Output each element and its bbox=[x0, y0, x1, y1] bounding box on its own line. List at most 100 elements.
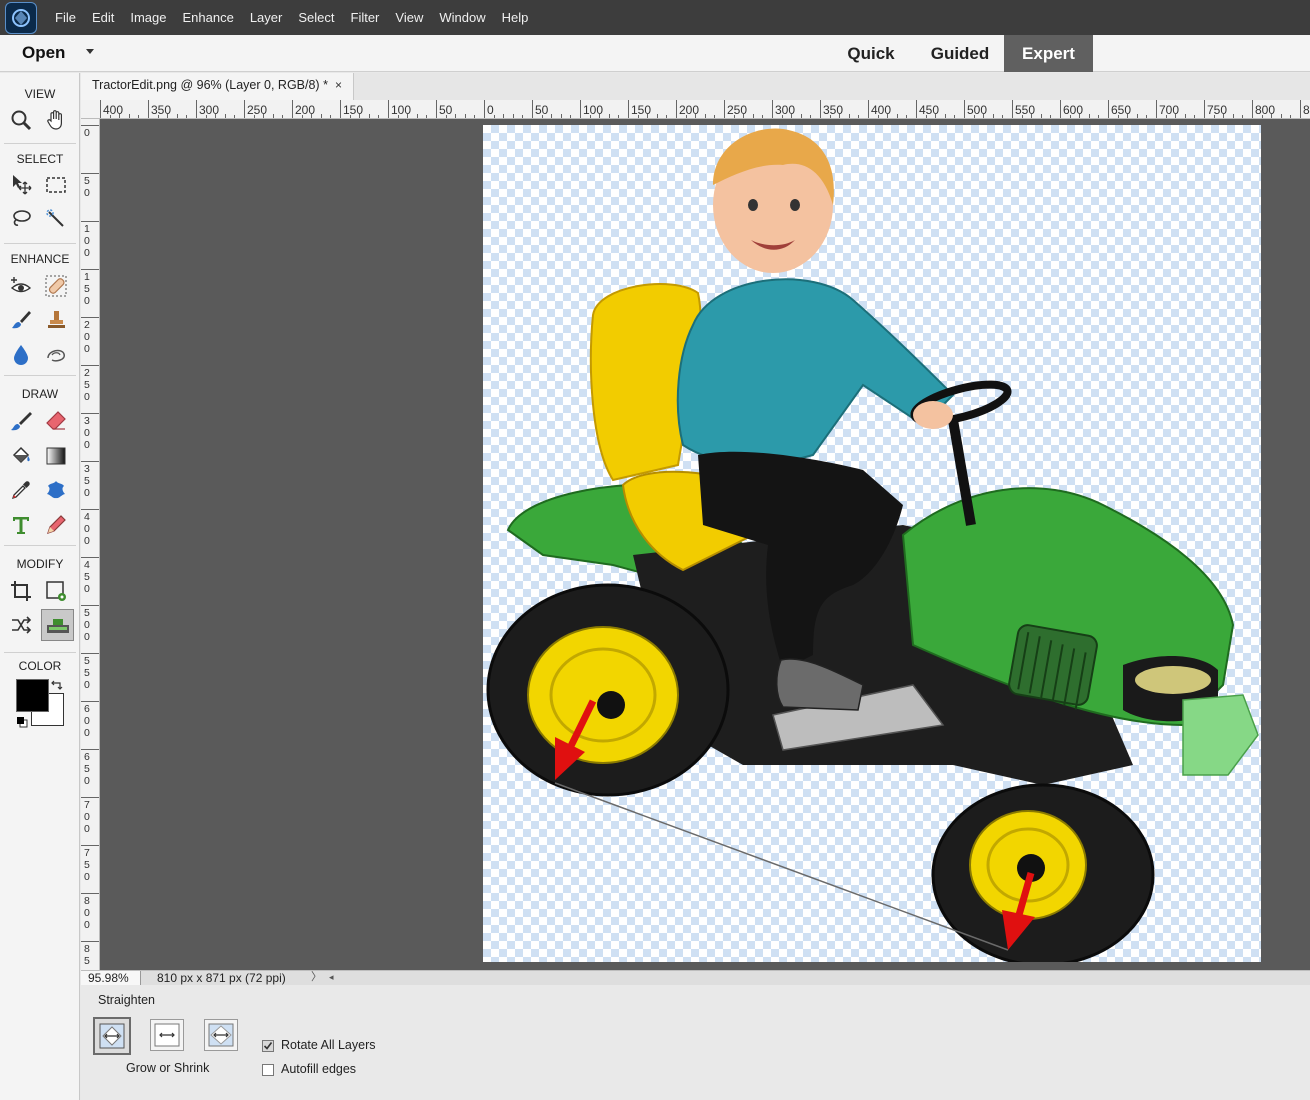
spot-healing-brush-icon[interactable] bbox=[41, 271, 71, 301]
toolbox-divider bbox=[4, 375, 76, 376]
zoom-tool-icon[interactable] bbox=[6, 105, 36, 135]
ruler-minor-tick bbox=[714, 115, 716, 118]
ruler-tick bbox=[81, 125, 99, 126]
ruler-minor-tick bbox=[762, 115, 764, 118]
app-logo-icon[interactable] bbox=[5, 1, 37, 34]
paint-bucket-tool-icon[interactable] bbox=[6, 441, 36, 471]
original-size-button[interactable] bbox=[204, 1019, 238, 1051]
ruler-minor-tick bbox=[330, 115, 332, 118]
quick-selection-tool-icon[interactable] bbox=[41, 204, 71, 234]
ruler-minor-tick bbox=[455, 114, 457, 118]
ruler-minor-tick bbox=[1098, 115, 1100, 118]
gradient-tool-icon[interactable] bbox=[41, 441, 71, 471]
default-colors-icon[interactable] bbox=[16, 715, 30, 728]
remove-background-button[interactable] bbox=[150, 1019, 184, 1051]
ruler-label: 350 bbox=[151, 103, 172, 117]
ruler-minor-tick bbox=[560, 114, 562, 118]
scroll-left-arrow-icon[interactable]: ◂ bbox=[329, 971, 334, 984]
tab-quick[interactable]: Quick bbox=[836, 35, 906, 72]
document-tab[interactable]: TractorEdit.png @ 96% (Layer 0, RGB/8) *… bbox=[81, 73, 354, 100]
ruler-label: 300 bbox=[775, 103, 796, 117]
ruler-minor-tick bbox=[1136, 114, 1138, 118]
menu-image[interactable]: Image bbox=[122, 10, 174, 25]
ruler-tick bbox=[81, 317, 99, 318]
ruler-minor-tick bbox=[666, 115, 668, 118]
menu-filter[interactable]: Filter bbox=[343, 10, 388, 25]
canvas-area[interactable] bbox=[100, 119, 1310, 970]
ruler-minor-tick bbox=[234, 115, 236, 118]
menu-enhance[interactable]: Enhance bbox=[175, 10, 242, 25]
blur-tool-icon[interactable] bbox=[6, 339, 36, 369]
document-image[interactable] bbox=[483, 125, 1261, 967]
ruler-minor-tick bbox=[176, 114, 178, 118]
grow-or-shrink-button[interactable] bbox=[93, 1017, 131, 1055]
ruler-minor-tick bbox=[320, 114, 322, 118]
clone-stamp-tool-icon[interactable] bbox=[41, 305, 71, 335]
pencil-tool-icon[interactable] bbox=[41, 510, 71, 540]
red-eye-tool-icon[interactable] bbox=[6, 271, 36, 301]
tab-guided[interactable]: Guided bbox=[920, 35, 1000, 72]
autofill-edges-checkbox[interactable] bbox=[262, 1064, 274, 1076]
ruler-minor-tick bbox=[1146, 115, 1148, 118]
menu-view[interactable]: View bbox=[387, 10, 431, 25]
ruler-label: 250 bbox=[727, 103, 748, 117]
open-button[interactable]: Open bbox=[22, 43, 65, 63]
swap-colors-icon[interactable] bbox=[50, 679, 64, 691]
ruler-label: 200 bbox=[84, 319, 90, 355]
ruler-label: 200 bbox=[295, 103, 316, 117]
smart-brush-tool-icon[interactable] bbox=[6, 305, 36, 335]
menu-layer[interactable]: Layer bbox=[242, 10, 291, 25]
ruler-minor-tick bbox=[944, 114, 946, 118]
document-size-info: 810 px x 871 px (72 ppi) bbox=[157, 971, 286, 985]
sponge-tool-icon[interactable] bbox=[41, 339, 71, 369]
content-aware-move-tool-icon[interactable] bbox=[6, 610, 36, 640]
tool-options-bar: Straighten Grow or Shrink Rotate All Lay… bbox=[81, 985, 1310, 1100]
zoom-level-field[interactable]: 95.98% bbox=[81, 971, 141, 985]
type-tool-icon[interactable] bbox=[6, 510, 36, 540]
ruler-label: 400 bbox=[84, 511, 90, 547]
menu-window[interactable]: Window bbox=[431, 10, 493, 25]
tab-expert[interactable]: Expert bbox=[1004, 35, 1093, 72]
crop-tool-icon[interactable] bbox=[6, 576, 36, 606]
ruler-minor-tick bbox=[1280, 114, 1282, 118]
ruler-minor-tick bbox=[1088, 114, 1090, 118]
ruler-minor-tick bbox=[906, 115, 908, 118]
foreground-color-swatch[interactable] bbox=[16, 679, 49, 712]
ruler-minor-tick bbox=[810, 115, 812, 118]
close-document-icon[interactable]: × bbox=[335, 73, 342, 97]
marquee-tool-icon[interactable] bbox=[41, 170, 71, 200]
status-more-arrow-icon[interactable]: 〉 bbox=[311, 971, 322, 984]
rotate-all-layers-checkbox[interactable] bbox=[262, 1040, 274, 1052]
section-view-title: VIEW bbox=[24, 87, 56, 101]
menu-select[interactable]: Select bbox=[290, 10, 342, 25]
ruler-minor-tick bbox=[1184, 114, 1186, 118]
ruler-minor-tick bbox=[464, 114, 466, 118]
eyedropper-tool-icon[interactable] bbox=[6, 475, 36, 505]
ruler-label: 150 bbox=[343, 103, 364, 117]
ruler-tick bbox=[1108, 100, 1109, 118]
hand-tool-icon[interactable] bbox=[41, 105, 71, 135]
recompose-tool-icon[interactable] bbox=[41, 576, 71, 606]
ruler-tick bbox=[81, 941, 99, 942]
brush-tool-icon[interactable] bbox=[6, 406, 36, 436]
menu-help[interactable]: Help bbox=[494, 10, 537, 25]
lasso-tool-icon[interactable] bbox=[6, 204, 36, 234]
ruler-label: 150 bbox=[631, 103, 652, 117]
options-title: Straighten bbox=[98, 993, 155, 1007]
open-dropdown-arrow-icon[interactable] bbox=[86, 49, 94, 54]
ruler-tick bbox=[1156, 100, 1157, 118]
straighten-tool-icon[interactable] bbox=[41, 609, 74, 641]
ruler-tick bbox=[81, 845, 99, 846]
ruler-label: 650 bbox=[1111, 103, 1132, 117]
ruler-minor-tick bbox=[551, 114, 553, 118]
menu-file[interactable]: File bbox=[47, 10, 84, 25]
move-tool-icon[interactable] bbox=[6, 170, 36, 200]
horizontal-ruler: 400 350 300 250 200 150 100 50 0 50 100 150 200 250 30… bbox=[81, 100, 1310, 119]
menu-edit[interactable]: Edit bbox=[84, 10, 122, 25]
ruler-tick bbox=[196, 100, 197, 118]
ruler-tick bbox=[532, 100, 533, 118]
custom-shape-tool-icon[interactable] bbox=[41, 475, 71, 505]
eraser-tool-icon[interactable] bbox=[41, 406, 71, 436]
menu-bar: File Edit Image Enhance Layer Select Fil… bbox=[0, 0, 1310, 35]
ruler-tick bbox=[340, 100, 341, 118]
